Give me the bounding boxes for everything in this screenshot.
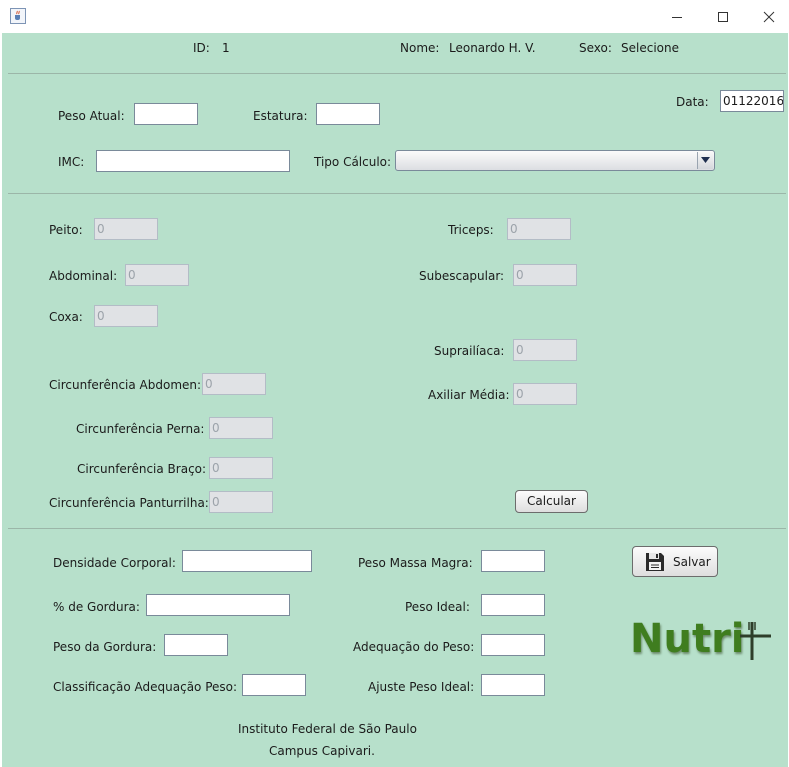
separator — [8, 73, 786, 74]
combo-arrow-button[interactable] — [697, 152, 713, 169]
adequacao-label: Adequação do Peso: — [353, 640, 475, 654]
maximize-icon — [718, 12, 728, 22]
nome-value: Leonardo H. V. — [449, 41, 536, 55]
axiliar-media-label: Axiliar Média: — [428, 388, 510, 402]
title-bar — [2, 0, 788, 33]
calcular-button[interactable]: Calcular — [515, 490, 588, 513]
circ-panturrilha-field[interactable]: 0 — [209, 491, 273, 513]
adequacao-field[interactable] — [481, 634, 545, 656]
peso-atual-field[interactable] — [134, 103, 198, 125]
id-value: 1 — [222, 41, 230, 55]
densidade-label: Densidade Corporal: — [53, 556, 176, 570]
separator — [8, 528, 786, 529]
peso-gordura-field[interactable] — [164, 634, 228, 656]
close-icon — [763, 11, 775, 23]
subescapular-field[interactable]: 0 — [513, 264, 577, 286]
tipo-calculo-select[interactable] — [395, 150, 715, 171]
peito-field[interactable]: 0 — [94, 218, 158, 240]
circ-abdomen-label: Circunferência Abdomen: — [49, 378, 202, 392]
subescapular-label: Subescapular: — [419, 269, 505, 283]
minimize-button[interactable] — [654, 0, 700, 33]
sexo-label: Sexo: — [579, 41, 612, 55]
triceps-label: Triceps: — [448, 223, 494, 237]
triceps-field[interactable]: 0 — [507, 218, 571, 240]
suprailiaca-field[interactable]: 0 — [513, 339, 577, 361]
peso-atual-label: Peso Atual: — [58, 109, 125, 123]
fork-knife-cross-icon — [740, 622, 771, 660]
massa-magra-label: Peso Massa Magra: — [358, 556, 473, 570]
minimize-icon — [672, 17, 682, 18]
salvar-button[interactable]: Salvar — [632, 546, 718, 577]
ajuste-field[interactable] — [481, 674, 545, 696]
data-field[interactable]: 01122016 — [720, 90, 784, 112]
peso-ideal-field[interactable] — [481, 594, 545, 616]
id-label: ID: — [193, 41, 210, 55]
tipo-calculo-label: Tipo Cálculo: — [314, 155, 392, 169]
main-window: ID: 1 Nome: Leonardo H. V. Sexo: Selecio… — [2, 0, 788, 767]
circ-panturrilha-label: Circunferência Panturrilha: — [49, 496, 209, 510]
calcular-button-label: Calcular — [527, 494, 576, 508]
abdominal-field[interactable]: 0 — [125, 264, 189, 286]
estatura-field[interactable] — [316, 103, 380, 125]
salvar-button-label: Salvar — [673, 555, 711, 569]
imc-field[interactable] — [96, 150, 290, 172]
peso-gordura-label: Peso da Gordura: — [53, 640, 157, 654]
chevron-down-icon — [701, 157, 710, 163]
estatura-label: Estatura: — [253, 109, 308, 123]
circ-braco-field[interactable]: 0 — [209, 457, 273, 479]
gordura-pct-field[interactable] — [146, 594, 290, 616]
java-cup-icon — [10, 8, 26, 24]
footer-campus: Campus Capivari. — [269, 744, 375, 758]
densidade-field[interactable] — [182, 550, 312, 572]
peito-label: Peito: — [49, 223, 83, 237]
ajuste-label: Ajuste Peso Ideal: — [368, 680, 475, 694]
peso-ideal-label: Peso Ideal: — [405, 600, 470, 614]
imc-label: IMC: — [58, 155, 85, 169]
nome-label: Nome: — [400, 41, 440, 55]
circ-abdomen-field[interactable]: 0 — [202, 373, 266, 395]
massa-magra-field[interactable] — [481, 550, 545, 572]
separator — [8, 193, 786, 194]
circ-perna-label: Circunferência Perna: — [76, 422, 205, 436]
floppy-disk-icon — [646, 553, 664, 571]
circ-perna-field[interactable]: 0 — [209, 417, 273, 439]
axiliar-media-field[interactable]: 0 — [513, 383, 577, 405]
abdominal-label: Abdominal: — [49, 269, 118, 283]
sexo-value: Selecione — [621, 41, 679, 55]
suprailiaca-label: Suprailíaca: — [434, 344, 505, 358]
data-label: Data: — [676, 95, 709, 109]
classificacao-label: Classificação Adequação Peso: — [53, 680, 238, 694]
coxa-label: Coxa: — [49, 310, 83, 324]
maximize-button[interactable] — [700, 0, 746, 33]
footer-institution: Instituto Federal de São Paulo — [238, 722, 417, 736]
classificacao-field[interactable] — [242, 674, 306, 696]
coxa-field[interactable]: 0 — [94, 305, 158, 327]
logo-text: Nutri — [630, 616, 745, 662]
close-button[interactable] — [746, 0, 788, 33]
gordura-pct-label: % de Gordura: — [53, 600, 140, 614]
nutri-logo: Nutri — [630, 614, 780, 670]
circ-braco-label: Circunferência Braço: — [77, 462, 207, 476]
